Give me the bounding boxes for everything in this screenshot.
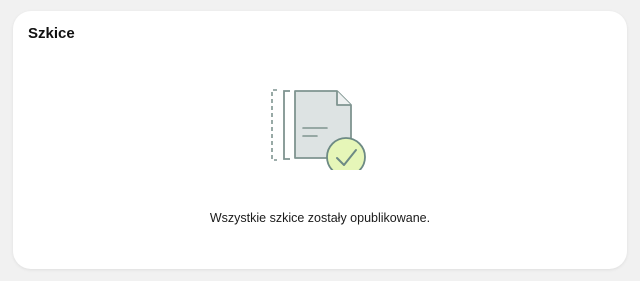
drafts-card: Szkice Wszystkie szkice zostały opubliko… [13, 11, 627, 269]
empty-state-message: Wszystkie szkice zostały opublikowane. [209, 211, 431, 225]
document-check-icon [271, 89, 366, 170]
card-title: Szkice [28, 25, 75, 42]
